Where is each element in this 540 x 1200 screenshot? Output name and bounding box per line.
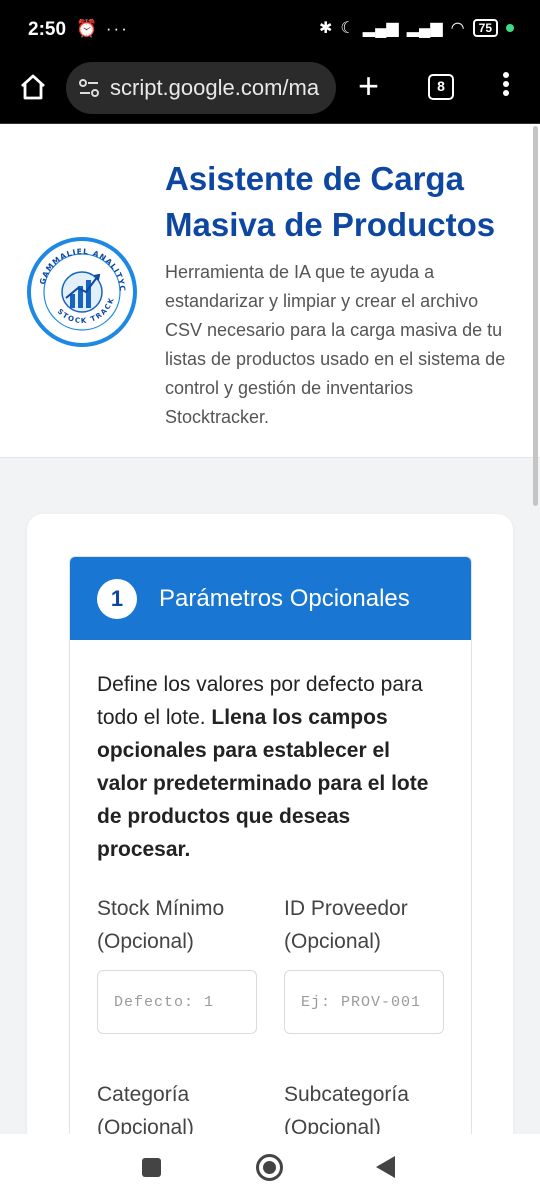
browser-toolbar: script.google.com/ma + 8 [0, 60, 540, 124]
tab-switcher-button[interactable]: 8 [428, 74, 454, 100]
signal-icon: ▂▄▆ [362, 20, 399, 37]
section-title: Parámetros Opcionales [159, 584, 410, 612]
stock-minimo-field: Stock Mínimo (Opcional) [97, 892, 257, 1034]
gammaliel-logo: GAMMALIEL ANALITYCS STOCK TRACKER [26, 236, 137, 347]
recents-icon[interactable] [142, 1158, 161, 1177]
id-proveedor-input[interactable] [284, 970, 444, 1034]
stock-minimo-input[interactable] [97, 970, 257, 1034]
page-header: GAMMALIEL ANALITYCS STOCK TRACKER Asiste… [0, 124, 540, 458]
moon-icon: ☾ [340, 20, 355, 37]
section-body: Define los valores por defecto para todo… [70, 640, 471, 1172]
overflow-menu-icon[interactable] [500, 72, 512, 102]
address-bar[interactable]: script.google.com/ma [66, 62, 336, 114]
main-card: 1 Parámetros Opcionales Define los valor… [27, 514, 513, 1196]
page-scrollbar[interactable] [533, 126, 538, 506]
field-row: Stock Mínimo (Opcional) ID Proveedor (Op… [97, 892, 444, 1034]
home-circle-icon[interactable] [256, 1154, 283, 1181]
back-icon[interactable] [376, 1156, 395, 1178]
bluetooth-icon: ✱ [319, 20, 333, 37]
status-icons: ✱ ☾ ▂▄▆ ▂▄▆ ◠ 75 [319, 18, 514, 38]
new-tab-plus-icon[interactable]: + [358, 68, 379, 104]
status-bar: 2:50 ⏰ ··· ✱ ☾ ▂▄▆ ▂▄▆ ◠ 75 [0, 0, 540, 60]
battery-icon: 75 [472, 19, 498, 37]
url-text: script.google.com/ma [110, 75, 320, 100]
wifi-icon: ◠ [450, 20, 465, 37]
stock-minimo-label: Stock Mínimo (Opcional) [97, 897, 225, 953]
site-settings-icon[interactable] [78, 77, 100, 99]
intro-bold-text: Llena los campos opcionales para estable… [97, 706, 429, 861]
optional-parameters-section: 1 Parámetros Opcionales Define los valor… [69, 556, 472, 1196]
section-header: 1 Parámetros Opcionales [70, 557, 471, 640]
page-title-line: Asistente de Carga [165, 160, 464, 197]
id-proveedor-label: ID Proveedor (Opcional) [284, 897, 408, 953]
system-navigation-bar [0, 1134, 540, 1200]
step-number-badge: 1 [97, 578, 137, 619]
status-time: 2:50 [28, 19, 67, 40]
page-title-line: Masiva de Productos [165, 206, 496, 243]
page-description: Herramienta de IA que te ayuda a estanda… [165, 262, 506, 427]
alarm-icon: ⏰ ··· [76, 19, 129, 38]
page-title: Asistente de Carga Masiva de Productos [165, 156, 525, 248]
privacy-indicator-icon [506, 24, 514, 32]
id-proveedor-field: ID Proveedor (Opcional) [284, 892, 444, 1034]
section-intro: Define los valores por defecto para todo… [97, 668, 444, 866]
signal-icon: ▂▄▆ [406, 20, 443, 37]
home-icon[interactable] [18, 72, 48, 102]
